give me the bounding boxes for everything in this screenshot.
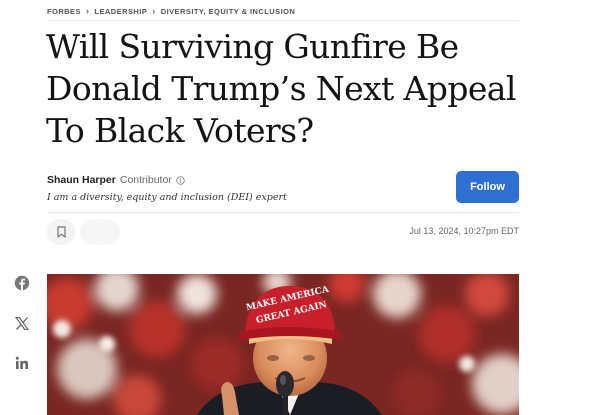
- publish-date: Jul 13, 2024, 10:27pm EDT: [409, 226, 519, 236]
- headline-line-1: Will Surviving Gunfire Be: [46, 27, 459, 66]
- bookmark-button[interactable]: [47, 219, 75, 245]
- x-icon[interactable]: [13, 314, 31, 332]
- divider: [47, 212, 519, 213]
- breadcrumb-forbes[interactable]: FORBES: [47, 7, 81, 16]
- follow-button[interactable]: Follow: [456, 171, 519, 203]
- headline-line-3: To Black Voters?: [46, 111, 314, 150]
- breadcrumb: FORBES › LEADERSHIP › DIVERSITY, EQUITY …: [47, 4, 519, 21]
- share-button[interactable]: [80, 219, 120, 245]
- headline-line-2: Donald Trump’s Next Appeal: [46, 69, 516, 108]
- author-bio: I am a diversity, equity and inclusion (…: [47, 192, 287, 203]
- article-headline: Will Surviving Gunfire Be Donald Trump’s…: [46, 26, 566, 152]
- author-name[interactable]: Shaun Harper: [47, 174, 116, 186]
- chevron-right-icon: ›: [85, 6, 90, 16]
- facebook-icon[interactable]: [13, 274, 31, 292]
- breadcrumb-leadership[interactable]: LEADERSHIP: [94, 7, 147, 16]
- linkedin-icon[interactable]: [13, 354, 31, 372]
- hero-image: MAKE AMERICA GREAT AGAIN: [47, 274, 519, 415]
- bookmark-icon: [56, 226, 66, 238]
- author-block: Shaun Harper Contributor I am a diversit…: [47, 174, 427, 203]
- author-role: Contributor: [119, 174, 172, 186]
- info-icon[interactable]: [176, 175, 185, 185]
- breadcrumb-dei[interactable]: DIVERSITY, EQUITY & INCLUSION: [161, 7, 296, 16]
- chevron-right-icon: ›: [152, 6, 156, 16]
